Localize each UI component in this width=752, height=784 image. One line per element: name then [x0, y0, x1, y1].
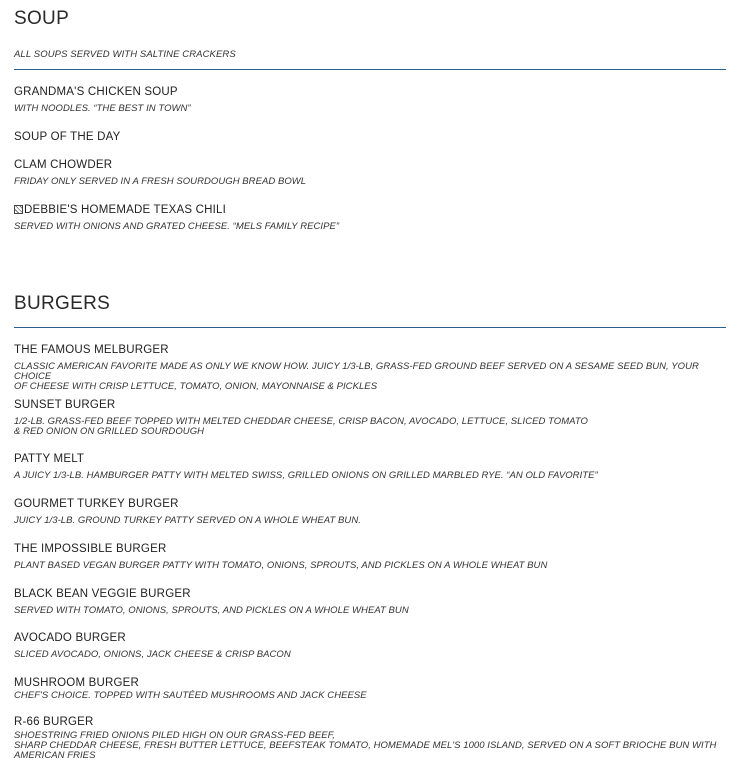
menu-item-name: SUNSET BURGER [14, 399, 116, 411]
menu-item: BLACK BEAN VEGGIE BURGER SERVED WITH TOM… [14, 588, 726, 616]
menu-item: R-66 BURGER SHOESTRING FRIED ONIONS PILE… [14, 716, 726, 761]
menu-item: AVOCADO BURGER SLICED AVOCADO, ONIONS, J… [14, 632, 726, 660]
missing-glyph-icon [14, 205, 23, 214]
menu-item-description: CHEF'S CHOICE. TOPPED WITH SAUTÉED MUSHR… [14, 690, 367, 701]
menu-item-name: BLACK BEAN VEGGIE BURGER [14, 588, 191, 600]
menu-item-name: R-66 BURGER [14, 716, 94, 728]
menu-item-description: SERVED WITH ONIONS AND GRATED CHEESE. “M… [14, 221, 340, 232]
menu-item: CLAM CHOWDER FRIDAY ONLY SERVED IN A FRE… [14, 159, 726, 187]
menu-item: DEBBIE'S HOMEMADE TEXAS CHILI SERVED WIT… [14, 204, 726, 232]
menu-item-description: CLASSIC AMERICAN FAVORITE MADE AS ONLY W… [14, 361, 699, 392]
menu-item-description: A JUICY 1/3-LB. HAMBURGER PATTY WITH MEL… [14, 470, 598, 481]
menu-item-name: THE FAMOUS MELBURGER [14, 344, 169, 356]
soup-divider [14, 69, 726, 70]
section-title-soup: SOUP [14, 8, 70, 29]
menu-item-name: THE IMPOSSIBLE BURGER [14, 543, 167, 555]
menu-item-name-row: DEBBIE'S HOMEMADE TEXAS CHILI [14, 204, 726, 217]
menu-item-description: FRIDAY ONLY SERVED IN A FRESH SOURDOUGH … [14, 176, 307, 187]
menu-item: SUNSET BURGER 1/2-LB. GRASS-FED BEEF TOP… [14, 399, 726, 437]
menu-item: THE FAMOUS MELBURGER CLASSIC AMERICAN FA… [14, 344, 726, 392]
soup-section: SOUP [14, 8, 726, 30]
menu-item-description: SERVED WITH TOMATO, ONIONS, SPROUTS, AND… [14, 605, 409, 616]
burgers-section: BURGERS [14, 293, 726, 315]
menu-item-description: SHOESTRING FRIED ONIONS PILED HIGH ON OU… [14, 730, 717, 761]
menu-item: GRANDMA'S CHICKEN SOUP WITH NOODLES. “TH… [14, 86, 726, 114]
menu-item-name: DEBBIE'S HOMEMADE TEXAS CHILI [24, 204, 227, 216]
soup-note: ALL SOUPS SERVED WITH SALTINE CRACKERS [14, 49, 236, 60]
section-title-burgers: BURGERS [14, 293, 111, 314]
menu-item-description: WITH NOODLES. “THE BEST IN TOWN” [14, 103, 191, 114]
menu-item-description: 1/2-LB. GRASS-FED BEEF TOPPED WITH MELTE… [14, 416, 588, 437]
burgers-divider [14, 327, 726, 328]
menu-item-name: GOURMET TURKEY BURGER [14, 498, 179, 510]
menu-item-name: SOUP OF THE DAY [14, 131, 121, 143]
menu-item-name: CLAM CHOWDER [14, 159, 113, 171]
menu-item-name: GRANDMA'S CHICKEN SOUP [14, 86, 178, 98]
menu-item-description: SLICED AVOCADO, ONIONS, JACK CHEESE & CR… [14, 649, 291, 660]
menu-item-name: AVOCADO BURGER [14, 632, 126, 644]
menu-item: THE IMPOSSIBLE BURGER PLANT BASED VEGAN … [14, 543, 726, 571]
menu-item-description: JUICY 1/3-LB. GROUND TURKEY PATTY SERVED… [14, 515, 361, 526]
menu-item-description: PLANT BASED VEGAN BURGER PATTY WITH TOMA… [14, 560, 548, 571]
menu-item: GOURMET TURKEY BURGER JUICY 1/3-LB. GROU… [14, 498, 726, 526]
menu-item: SOUP OF THE DAY [14, 131, 726, 144]
menu-item-name: MUSHROOM BURGER [14, 677, 140, 689]
menu-item: MUSHROOM BURGER CHEF'S CHOICE. TOPPED WI… [14, 677, 726, 701]
menu-item-name: PATTY MELT [14, 453, 85, 465]
menu-item: PATTY MELT A JUICY 1/3-LB. HAMBURGER PAT… [14, 453, 726, 481]
